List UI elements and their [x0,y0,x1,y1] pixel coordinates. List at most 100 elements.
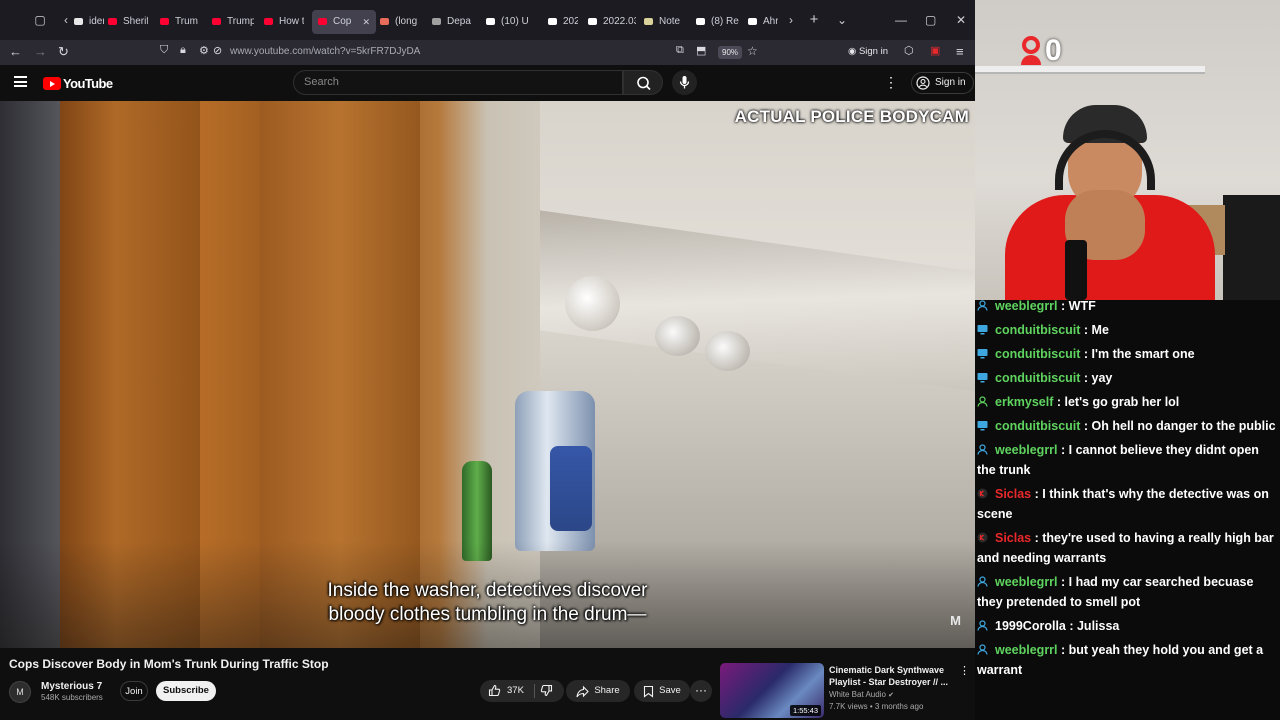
thumbs-up-icon [488,684,501,697]
account-signin[interactable]: ◉ Sign in [848,46,888,57]
detergent-label [550,446,592,531]
youtube-signin-button[interactable]: Sign in [911,72,974,94]
tab-label: Sherif [123,16,148,27]
reload-icon[interactable]: ↻ [58,44,69,60]
browser-tab[interactable]: Cop ✕ [312,10,376,34]
thumbs-down-icon [540,684,553,697]
recommended-thumbnail[interactable]: 1:55:43 [720,663,824,718]
scroll-tabs-right-icon[interactable]: › [783,12,799,28]
channel-watermark[interactable]: M [950,613,961,628]
browser-tab[interactable]: Sherif [108,10,148,34]
new-tab-icon[interactable]: + [806,12,822,28]
browser-tab[interactable]: 2022.03.1 [588,10,636,34]
video-player[interactable]: ACTUAL POLICE BODYCAM Inside the washer,… [0,101,975,648]
voice-search-button[interactable] [672,70,697,95]
recommended-more-icon[interactable]: ⋮ [959,664,970,677]
recommended-title[interactable]: Cinematic Dark Synthwave Playlist - Star… [829,664,949,688]
chat-username[interactable]: conduitbiscuit [995,323,1080,337]
save-button[interactable]: Save [634,680,690,702]
chat-message: weeblegrrl : but yeah they hold you and … [975,640,1280,680]
chat-username[interactable]: weeblegrrl [995,643,1058,657]
navigation-bar: ← → ↻ ⛉ 🔒︎ ⚙ ⊘ www.youtube.com/watch?v=5… [0,40,975,65]
divider [534,684,535,698]
chat-message: 1999Corolla : Julissa [975,616,1280,636]
chat-message: erkmyself : let's go grab her lol [975,392,1280,412]
tab-label: (long [395,16,418,27]
join-button[interactable]: Join [120,681,148,701]
chat-username[interactable]: conduitbiscuit [995,347,1080,361]
chat-message: conduitbiscuit : yay [975,368,1280,388]
zoom-level[interactable]: 90% [718,46,743,59]
chat-username[interactable]: conduitbiscuit [995,371,1080,385]
chat-text: : Me [1080,323,1109,337]
chat-username[interactable]: 1999Corolla [995,619,1066,633]
subscribe-button[interactable]: Subscribe [156,681,216,701]
minimize-icon[interactable]: — [895,13,907,27]
picture-in-picture-icon[interactable]: ⧉ [676,44,684,57]
more-options-icon[interactable]: ⋮ [884,74,898,91]
user-badge-icon [977,441,988,455]
user-badge-icon [977,641,988,655]
close-tab-icon[interactable]: ✕ [362,10,370,34]
chat-username[interactable]: conduitbiscuit [995,419,1080,433]
channel-name[interactable]: Mysterious 7 [41,681,102,692]
tab-favicon-icon [212,17,221,25]
browser-tab[interactable]: Note [644,10,688,34]
scroll-tabs-left-icon[interactable]: ‹ [58,12,74,28]
youtube-logo[interactable]: YouTube [43,76,113,91]
chat-username[interactable]: weeblegrrl [995,299,1058,313]
addon-icon[interactable]: ▣ [930,44,940,57]
tab-overflow-icon[interactable]: ⌄ [834,12,850,28]
youtube-header: YouTube Search ⋮ Sign in [0,65,975,101]
guide-menu-icon[interactable] [14,76,27,87]
tab-label: Cop [333,16,352,27]
browser-tab[interactable]: Ahr [748,10,778,34]
browser-tab[interactable]: How t [264,10,304,34]
browser-tab[interactable]: (8) Re [696,10,740,34]
search-input[interactable]: Search [293,70,623,95]
permissions-icon[interactable]: ⚙ [199,44,209,57]
recommended-meta: 7.7K views • 3 months ago [829,702,924,711]
lock-icon[interactable]: 🔒︎ [180,44,186,57]
tracking-protection-icon[interactable]: ⛉ [160,44,168,57]
chat-username[interactable]: weeblegrrl [995,575,1058,589]
account-circle-icon [916,76,930,90]
user-badge-icon [977,573,988,587]
browser-tab[interactable]: Trump [212,10,254,34]
search-button[interactable] [623,70,663,95]
dislike-button[interactable] [540,684,553,702]
back-icon[interactable]: ← [9,44,22,59]
recommended-channel[interactable]: White Bat Audio ✔ [829,690,894,699]
channel-avatar[interactable]: M [9,681,31,703]
tab-list-icon[interactable]: ▢ [32,12,48,28]
chair [1223,195,1280,300]
maximize-icon[interactable]: ▢ [925,13,936,27]
browser-tab[interactable]: Trum [160,10,202,34]
bookmark-star-icon[interactable]: ☆ [747,44,758,58]
browser-tab[interactable]: ider [74,10,104,34]
browser-tab[interactable]: (10) U [486,10,538,34]
mute-icon[interactable]: ⊘ [213,44,222,57]
browser-tab[interactable]: (long [380,10,424,34]
extensions-icon[interactable]: ⬡ [904,44,914,57]
browser-tab[interactable]: Depa [432,10,478,34]
forward-icon[interactable]: → [34,44,47,59]
close-window-icon[interactable]: ✕ [956,13,966,27]
chat-username[interactable]: Siclas [995,487,1031,501]
like-button[interactable]: 37K [488,684,524,697]
browser-tab[interactable]: 2022. [548,10,578,34]
chat-username[interactable]: Siclas [995,531,1031,545]
more-actions-button[interactable]: ··· [690,680,712,702]
reader-view-icon[interactable]: ⬒ [696,44,706,57]
save-label: Save [659,685,681,696]
chat-username[interactable]: weeblegrrl [995,443,1058,457]
url-bar[interactable]: www.youtube.com/watch?v=5krFR7DJyDA [230,46,420,57]
chat-message: Siclas : I think that's why the detectiv… [975,484,1280,524]
youtube-signin-label: Sign in [935,77,966,88]
menu-icon[interactable]: ≡ [956,44,964,59]
recommended-channel-name: White Bat Audio [829,690,886,699]
tv-badge-icon [977,369,988,383]
tab-favicon-icon [108,17,117,25]
share-button[interactable]: Share [566,680,630,702]
chat-username[interactable]: erkmyself [995,395,1053,409]
